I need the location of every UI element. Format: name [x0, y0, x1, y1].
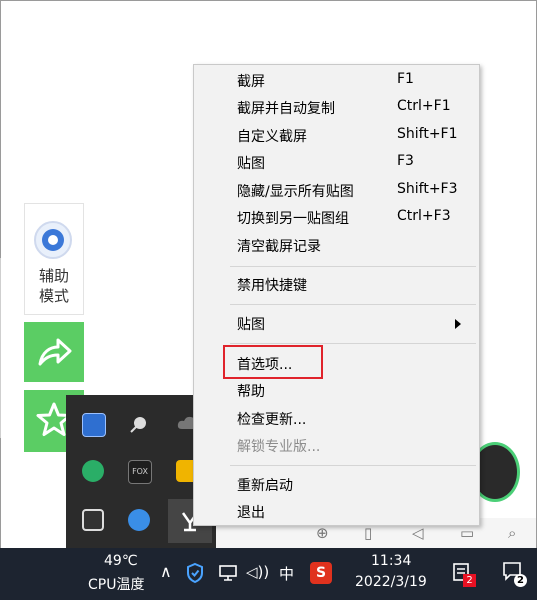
- menu-item-capture[interactable]: 截屏 F1: [194, 68, 479, 94]
- menu-item-shortcut: Shift+F3: [397, 181, 458, 197]
- submenu-arrow-icon: [455, 319, 461, 329]
- context-menu: 截屏 F1 截屏并自动复制 Ctrl+F1 自定义截屏 Shift+F1 贴图 …: [193, 64, 480, 526]
- fox-icon[interactable]: FOX: [128, 460, 152, 484]
- share-button[interactable]: [24, 322, 84, 382]
- sogou-ime-icon[interactable]: S: [310, 562, 332, 584]
- show-hidden-icons-chevron-icon[interactable]: ∧: [160, 562, 172, 581]
- assist-mode-icon: [34, 221, 72, 259]
- taskbar: 49℃ CPU温度 ∧ ◁)) 中 S 11:34 2022/3/19 2 2: [0, 548, 537, 600]
- menu-item-label: 自定义截屏: [237, 129, 307, 145]
- menu-separator: [230, 266, 476, 267]
- menu-item-shortcut: Shift+F1: [397, 126, 458, 142]
- assist-mode-button[interactable]: 辅助 模式: [24, 203, 84, 315]
- share-arrow-icon: [38, 338, 72, 366]
- menu-item-shortcut: Ctrl+F3: [397, 208, 451, 224]
- menu-item-check-updates[interactable]: 检查更新...: [194, 406, 479, 432]
- cpu-temperature-value[interactable]: 49℃: [104, 553, 138, 569]
- bg-search-icon: ⌕: [508, 524, 517, 542]
- menu-item-capture-copy[interactable]: 截屏并自动复制 Ctrl+F1: [194, 95, 479, 121]
- menu-item-exit[interactable]: 退出: [194, 499, 479, 525]
- menu-item-label: 禁用快捷键: [237, 278, 307, 294]
- menu-item-paste-submenu[interactable]: 贴图: [194, 311, 479, 337]
- menu-item-shortcut: F1: [397, 71, 414, 87]
- menu-item-label: 重新启动: [237, 478, 293, 494]
- bg-box-icon: ▭: [460, 524, 475, 542]
- menu-separator: [230, 304, 476, 305]
- wechat-icon[interactable]: [82, 460, 104, 482]
- menu-item-label: 截屏并自动复制: [237, 101, 335, 117]
- menu-item-label: 检查更新...: [237, 412, 307, 428]
- preferences-highlight-box: [223, 345, 323, 379]
- menu-item-paste[interactable]: 贴图 F3: [194, 150, 479, 176]
- background-window-edge: [0, 258, 11, 438]
- assist-mode-label-line2: 模式: [38, 287, 69, 305]
- menu-item-help[interactable]: 帮助: [194, 378, 479, 404]
- remote-icon[interactable]: [82, 413, 106, 437]
- clock-date[interactable]: 2022/3/19: [355, 574, 427, 590]
- menu-item-label: 退出: [237, 505, 265, 521]
- menu-item-label: 解锁专业版...: [237, 439, 321, 455]
- menu-item-unlock-pro: 解锁专业版...: [194, 433, 479, 459]
- screen-record-icon[interactable]: [82, 509, 104, 531]
- menu-item-restart[interactable]: 重新启动: [194, 472, 479, 498]
- telegram-icon[interactable]: [128, 509, 150, 531]
- bg-sound-icon: ◁: [412, 524, 424, 542]
- menu-item-shortcut: F3: [397, 153, 414, 169]
- menu-item-label: 帮助: [237, 384, 265, 400]
- menu-item-disable-hotkeys[interactable]: 禁用快捷键: [194, 272, 479, 298]
- satellite-icon[interactable]: [128, 411, 152, 435]
- bg-add-icon: ⊕: [316, 524, 329, 542]
- menu-item-clear-history[interactable]: 清空截屏记录: [194, 233, 479, 259]
- notification-count-badge: 2: [463, 574, 476, 587]
- menu-item-toggle-pastes[interactable]: 隐藏/显示所有贴图 Shift+F3: [194, 178, 479, 204]
- menu-item-shortcut: Ctrl+F1: [397, 98, 451, 114]
- assist-mode-label-line1: 辅助: [38, 267, 69, 285]
- menu-item-custom-capture[interactable]: 自定义截屏 Shift+F1: [194, 123, 479, 149]
- menu-separator: [230, 343, 476, 344]
- shield-icon[interactable]: [186, 562, 204, 584]
- menu-item-label: 清空截屏记录: [237, 239, 321, 255]
- cpu-temperature-label[interactable]: CPU温度: [88, 574, 144, 594]
- menu-separator: [230, 465, 476, 466]
- clock-time[interactable]: 11:34: [371, 553, 411, 569]
- action-center-badge: 2: [514, 574, 527, 587]
- menu-item-label: 截屏: [237, 74, 265, 90]
- bg-trash-icon: ▯: [364, 524, 373, 542]
- menu-item-label: 贴图: [237, 317, 265, 333]
- menu-item-label: 贴图: [237, 156, 265, 172]
- network-icon[interactable]: [218, 564, 238, 582]
- menu-item-label: 隐藏/显示所有贴图: [237, 184, 354, 200]
- ime-mode-indicator[interactable]: 中: [279, 563, 294, 584]
- volume-icon[interactable]: ◁)): [246, 563, 269, 581]
- menu-item-label: 切换到另一贴图组: [237, 211, 349, 227]
- menu-item-switch-group[interactable]: 切换到另一贴图组 Ctrl+F3: [194, 205, 479, 231]
